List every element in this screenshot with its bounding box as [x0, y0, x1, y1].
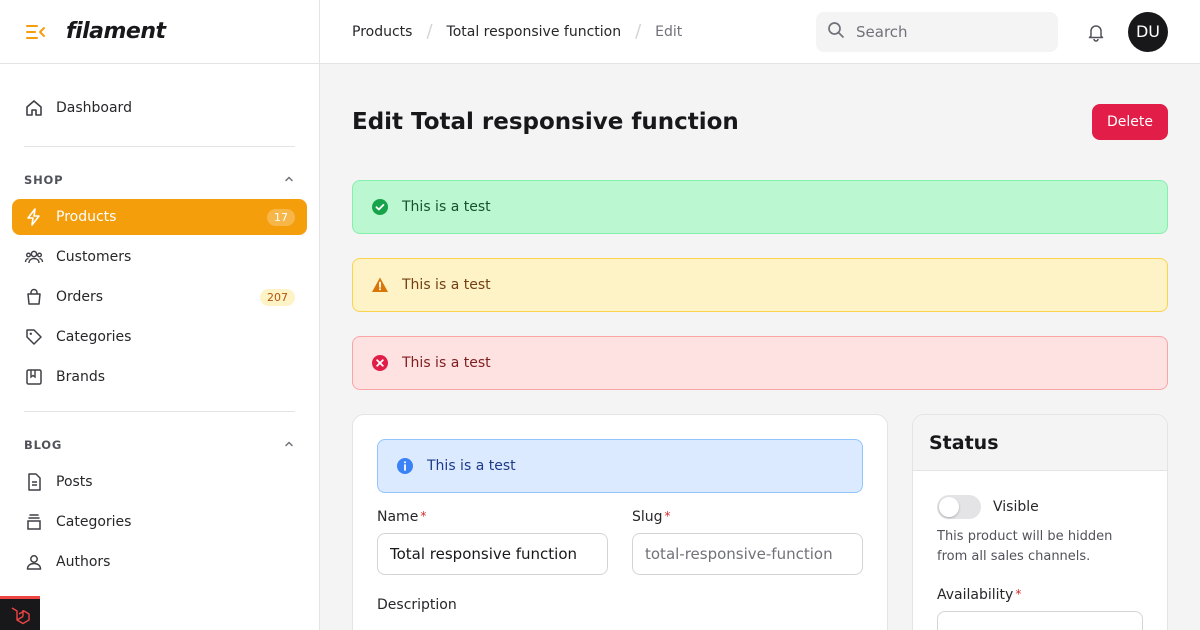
sidebar-item-authors[interactable]: Authors [12, 544, 307, 580]
sidebar-item-categories[interactable]: Categories [12, 319, 307, 355]
alert-message: This is a test [402, 199, 491, 215]
sidebar-item-label: Categories [56, 329, 132, 345]
inbox-stack-icon [24, 512, 44, 532]
name-input[interactable] [377, 533, 608, 575]
sidebar-group-blog[interactable]: BLOG [0, 432, 319, 458]
warning-alert: This is a test [352, 258, 1168, 312]
slug-label-text: Slug [632, 509, 663, 525]
page-header: Edit Total responsive function Delete [352, 64, 1168, 180]
brand-bar: filament [0, 0, 319, 64]
required-marker: * [1015, 587, 1022, 601]
page-title: Edit Total responsive function [352, 109, 739, 135]
visible-help-text: This product will be hidden from all sal… [937, 529, 1113, 564]
breadcrumb-separator: / [635, 21, 642, 42]
sidebar: filament Dashboard SHOP Products 17 Cust… [0, 0, 320, 630]
breadcrumb-item[interactable]: Products [352, 24, 412, 40]
user-icon [24, 552, 44, 572]
product-form-card: This is a test Name* Slug* Description [352, 414, 888, 630]
sidebar-item-brands[interactable]: Brands [12, 359, 307, 395]
main-content: Edit Total responsive function Delete Th… [320, 64, 1200, 630]
brand-logo[interactable]: filament [66, 19, 166, 44]
alert-message: This is a test [402, 277, 491, 293]
delete-button[interactable]: Delete [1092, 104, 1168, 140]
sidebar-item-label: Brands [56, 369, 105, 385]
sidebar-item-label: Authors [56, 554, 111, 570]
status-card-title: Status [913, 415, 1167, 471]
sidebar-item-orders[interactable]: Orders 207 [12, 279, 307, 315]
sidebar-item-blog-categories[interactable]: Categories [12, 504, 307, 540]
name-label: Name * [377, 509, 608, 525]
info-circle-icon [396, 457, 414, 475]
name-label-text: Name [377, 509, 419, 525]
breadcrumb: Products / Total responsive function / E… [352, 21, 816, 42]
laravel-debugbar-icon[interactable] [0, 596, 40, 630]
name-field: Name * [377, 509, 608, 575]
sidebar-item-label: Customers [56, 249, 132, 265]
availability-label: Availability * [937, 587, 1143, 603]
sidebar-item-products[interactable]: Products 17 [12, 199, 307, 235]
bell-icon[interactable] [1084, 20, 1108, 44]
info-alert: This is a test [377, 439, 863, 493]
danger-alert: This is a test [352, 336, 1168, 390]
sidebar-divider [24, 411, 295, 412]
breadcrumb-item[interactable]: Total responsive function [447, 24, 622, 40]
sidebar-item-label: Categories [56, 514, 132, 530]
check-circle-icon [371, 198, 389, 216]
sidebar-item-label: Dashboard [56, 100, 132, 116]
slug-label: Slug * [632, 509, 863, 525]
sidebar-blog-items: Posts Categories Authors [0, 464, 319, 580]
sidebar-nav: Dashboard [0, 64, 319, 126]
search-icon [826, 20, 846, 44]
breadcrumb-current: Edit [655, 23, 683, 40]
chevron-up-icon[interactable] [283, 438, 295, 453]
shopping-bag-icon [24, 287, 44, 307]
name-slug-row: Name* Slug* [377, 509, 863, 575]
sidebar-item-dashboard[interactable]: Dashboard [12, 90, 307, 126]
warning-triangle-icon [371, 276, 389, 294]
visible-toggle[interactable] [937, 495, 981, 519]
slug-input[interactable] [632, 533, 863, 575]
x-circle-icon [371, 354, 389, 372]
sidebar-item-label: Orders [56, 289, 104, 305]
search-input[interactable] [856, 22, 1036, 41]
topbar: Products / Total responsive function / E… [320, 0, 1200, 64]
toggle-knob [939, 497, 959, 517]
bookmark-square-icon [24, 367, 44, 387]
document-icon [24, 472, 44, 492]
global-search[interactable] [816, 11, 1058, 52]
sidebar-shop-items: Products 17 Customers Orders 207 Categor… [0, 199, 319, 395]
tag-icon [24, 327, 44, 347]
sidebar-item-label: Products [56, 209, 117, 225]
home-icon [24, 98, 44, 118]
sidebar-group-label: BLOG [24, 438, 63, 452]
availability-label-text: Availability [937, 587, 1014, 603]
sidebar-group-shop[interactable]: SHOP [0, 167, 319, 193]
success-alert: This is a test [352, 180, 1168, 234]
bolt-icon [24, 207, 44, 227]
alert-message: This is a test [427, 458, 516, 474]
alert-message: This is a test [402, 355, 491, 371]
slug-field: Slug * [632, 509, 863, 575]
sidebar-item-posts[interactable]: Posts [12, 464, 307, 500]
form-cards: This is a test Name* Slug* Description S… [352, 414, 1168, 630]
visible-label: Visible [993, 499, 1039, 515]
visible-toggle-row: Visible [937, 495, 1143, 519]
chevron-up-icon[interactable] [283, 173, 295, 188]
count-badge: 207 [260, 288, 295, 306]
description-label: Description [377, 597, 457, 613]
status-card: Status Visible This product will be hidd… [912, 414, 1168, 630]
sidebar-divider [24, 146, 295, 147]
sidebar-item-label: Posts [56, 474, 93, 490]
status-card-body: Visible This product will be hidden from… [913, 471, 1167, 630]
sidebar-group-label: SHOP [24, 173, 64, 187]
count-badge: 17 [267, 208, 295, 226]
required-marker: * [420, 509, 427, 523]
sidebar-item-customers[interactable]: Customers [12, 239, 307, 275]
breadcrumb-separator: / [426, 21, 433, 42]
required-marker: * [664, 509, 671, 523]
users-icon [24, 247, 44, 267]
avatar[interactable]: DU [1128, 11, 1168, 52]
availability-date-picker[interactable] [937, 611, 1143, 630]
collapse-sidebar-icon[interactable] [24, 20, 48, 44]
